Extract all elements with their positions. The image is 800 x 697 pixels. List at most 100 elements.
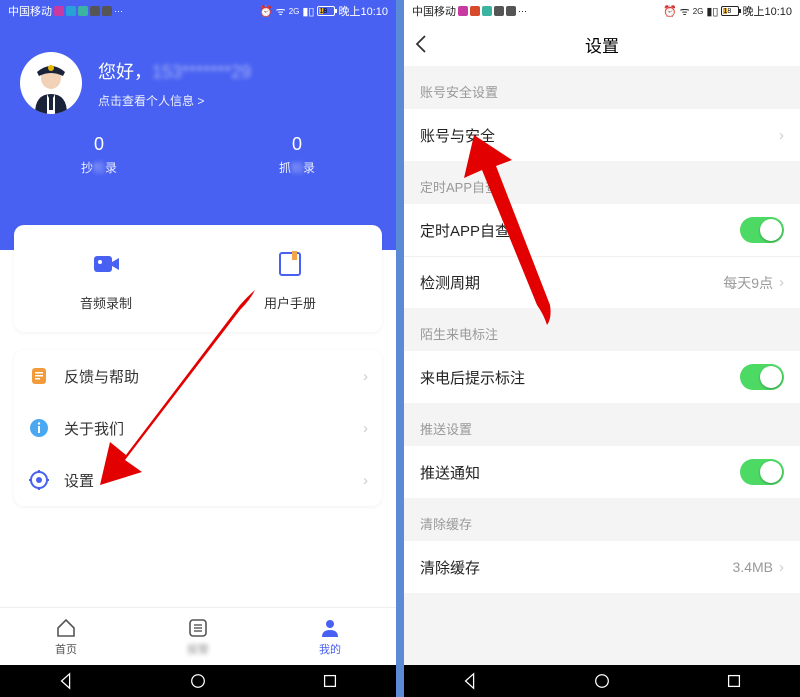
battery-icon: 18 bbox=[721, 6, 739, 16]
tab-label: 报警 bbox=[187, 641, 209, 657]
cell-label: 定时APP自查 bbox=[420, 220, 510, 241]
status-more-icon: ⋯ bbox=[518, 6, 527, 17]
list-item-label: 关于我们 bbox=[64, 418, 124, 439]
android-navkeys bbox=[0, 665, 396, 697]
content-left: 音频录制 用户手册 反馈与帮助 › 关于我们 bbox=[0, 235, 396, 506]
switch-on[interactable] bbox=[740, 364, 784, 390]
status-app-icon bbox=[54, 6, 64, 16]
tab-mine[interactable]: 我的 bbox=[264, 608, 396, 665]
switch-on[interactable] bbox=[740, 459, 784, 485]
status-more-icon: ⋯ bbox=[114, 6, 123, 17]
user-manual-button[interactable]: 用户手册 bbox=[198, 245, 382, 312]
carrier-label: 中国移动 bbox=[8, 3, 52, 19]
stat-number: 0 bbox=[81, 134, 117, 155]
greeting-text: 您好， bbox=[98, 62, 152, 82]
cell-push-toggle[interactable]: 推送通知 bbox=[404, 446, 800, 498]
clipboard-icon bbox=[28, 365, 50, 387]
stat-item[interactable]: 0 抓拍录 bbox=[279, 134, 315, 176]
view-profile-link[interactable]: 点击查看个人信息 > bbox=[98, 92, 251, 109]
tab-home[interactable]: 首页 bbox=[0, 608, 132, 665]
list-item-settings[interactable]: 设置 › bbox=[14, 454, 382, 506]
status-app-icon bbox=[470, 6, 480, 16]
list-item-label: 反馈与帮助 bbox=[64, 366, 139, 387]
chevron-right-icon: › bbox=[779, 127, 784, 144]
menu-list: 反馈与帮助 › 关于我们 › 设置 › bbox=[14, 350, 382, 506]
stat-item[interactable]: 0 抄检录 bbox=[81, 134, 117, 176]
status-app-icon bbox=[66, 6, 76, 16]
profile-row[interactable]: 您好，153*******29 点击查看个人信息 > bbox=[0, 22, 396, 124]
home-icon bbox=[55, 617, 77, 639]
section-title: 清除缓存 bbox=[404, 498, 800, 541]
nav-back-icon[interactable] bbox=[57, 672, 75, 690]
status-app-icon bbox=[458, 6, 468, 16]
clock-label: 晚上10:10 bbox=[338, 3, 388, 19]
person-icon bbox=[319, 617, 341, 639]
settings-scroll[interactable]: 账号安全设置 账号与安全 › 定时APP自查 定时APP自查 检测周期 每天9点… bbox=[404, 66, 800, 665]
stat-label: 抓拍录 bbox=[279, 159, 315, 176]
cell-account-security[interactable]: 账号与安全 › bbox=[404, 109, 800, 161]
status-app-icon bbox=[494, 6, 504, 16]
section-title: 推送设置 bbox=[404, 403, 800, 446]
status-app-icon bbox=[78, 6, 88, 16]
list-item-label: 设置 bbox=[64, 470, 94, 491]
tab-middle[interactable]: 报警 bbox=[132, 608, 264, 665]
carrier-label: 中国移动 bbox=[412, 3, 456, 19]
chevron-right-icon: › bbox=[363, 420, 368, 437]
cell-label: 推送通知 bbox=[420, 462, 480, 483]
switch-on[interactable] bbox=[740, 217, 784, 243]
cell-value: 每天9点 bbox=[723, 273, 773, 293]
gear-icon bbox=[28, 469, 50, 491]
chevron-left-icon bbox=[414, 34, 428, 54]
chevron-right-icon: › bbox=[363, 472, 368, 489]
nav-recent-icon[interactable] bbox=[321, 672, 339, 690]
book-icon bbox=[271, 245, 309, 283]
page-title: 设置 bbox=[585, 32, 619, 57]
signal-icon: ▮▯ bbox=[302, 5, 314, 18]
battery-icon: 18 bbox=[317, 6, 335, 16]
tab-bar: 首页 报警 我的 bbox=[0, 607, 396, 665]
phone-left: 中国移动 ⋯ ⏰ ᯤ 2G ▮▯ 18 晚上10:10 bbox=[0, 0, 396, 697]
list-item-about[interactable]: 关于我们 › bbox=[14, 402, 382, 454]
chevron-right-icon: › bbox=[779, 274, 784, 291]
action-card: 音频录制 用户手册 bbox=[14, 225, 382, 332]
status-app-icon bbox=[482, 6, 492, 16]
nav-home-icon[interactable] bbox=[593, 672, 611, 690]
status-app-icon bbox=[102, 6, 112, 16]
nav-back-icon[interactable] bbox=[461, 672, 479, 690]
title-bar: 设置 bbox=[404, 22, 800, 66]
info-icon bbox=[28, 417, 50, 439]
tab-label: 我的 bbox=[319, 641, 341, 657]
cell-label: 账号与安全 bbox=[420, 125, 495, 146]
cell-check-period[interactable]: 检测周期 每天9点 › bbox=[404, 256, 800, 308]
cell-clear-cache[interactable]: 清除缓存 3.4MB › bbox=[404, 541, 800, 593]
profile-header: 中国移动 ⋯ ⏰ ᯤ 2G ▮▯ 18 晚上10:10 bbox=[0, 0, 396, 250]
nav-recent-icon[interactable] bbox=[725, 672, 743, 690]
audio-record-label: 音频录制 bbox=[14, 293, 198, 312]
stat-label: 抄检录 bbox=[81, 159, 117, 176]
list-item-feedback[interactable]: 反馈与帮助 › bbox=[14, 350, 382, 402]
cell-selfcheck-toggle[interactable]: 定时APP自查 bbox=[404, 204, 800, 256]
cell-caller-tag-toggle[interactable]: 来电后提示标注 bbox=[404, 351, 800, 403]
section-title: 账号安全设置 bbox=[404, 66, 800, 109]
back-button[interactable] bbox=[414, 22, 428, 66]
status-app-icon bbox=[90, 6, 100, 16]
wifi-icon: ᯤ bbox=[680, 4, 690, 19]
wifi-icon: ᯤ bbox=[276, 4, 286, 19]
section-title: 陌生来电标注 bbox=[404, 308, 800, 351]
user-manual-label: 用户手册 bbox=[198, 293, 382, 312]
stats-row: 0 抄检录 0 抓拍录 bbox=[0, 134, 396, 176]
avatar bbox=[20, 52, 82, 114]
stat-number: 0 bbox=[279, 134, 315, 155]
audio-record-button[interactable]: 音频录制 bbox=[14, 245, 198, 312]
alarm-icon: ⏰ bbox=[259, 5, 273, 18]
alarm-icon: ⏰ bbox=[663, 5, 677, 18]
cell-label: 来电后提示标注 bbox=[420, 367, 525, 388]
masked-phone: 153*******29 bbox=[152, 62, 251, 82]
camera-icon bbox=[87, 245, 125, 283]
signal-icon: ▮▯ bbox=[706, 5, 718, 18]
nav-home-icon[interactable] bbox=[189, 672, 207, 690]
status-app-icon bbox=[506, 6, 516, 16]
section-title: 定时APP自查 bbox=[404, 161, 800, 204]
clock-label: 晚上10:10 bbox=[742, 3, 792, 19]
cell-value: 3.4MB bbox=[733, 559, 773, 575]
